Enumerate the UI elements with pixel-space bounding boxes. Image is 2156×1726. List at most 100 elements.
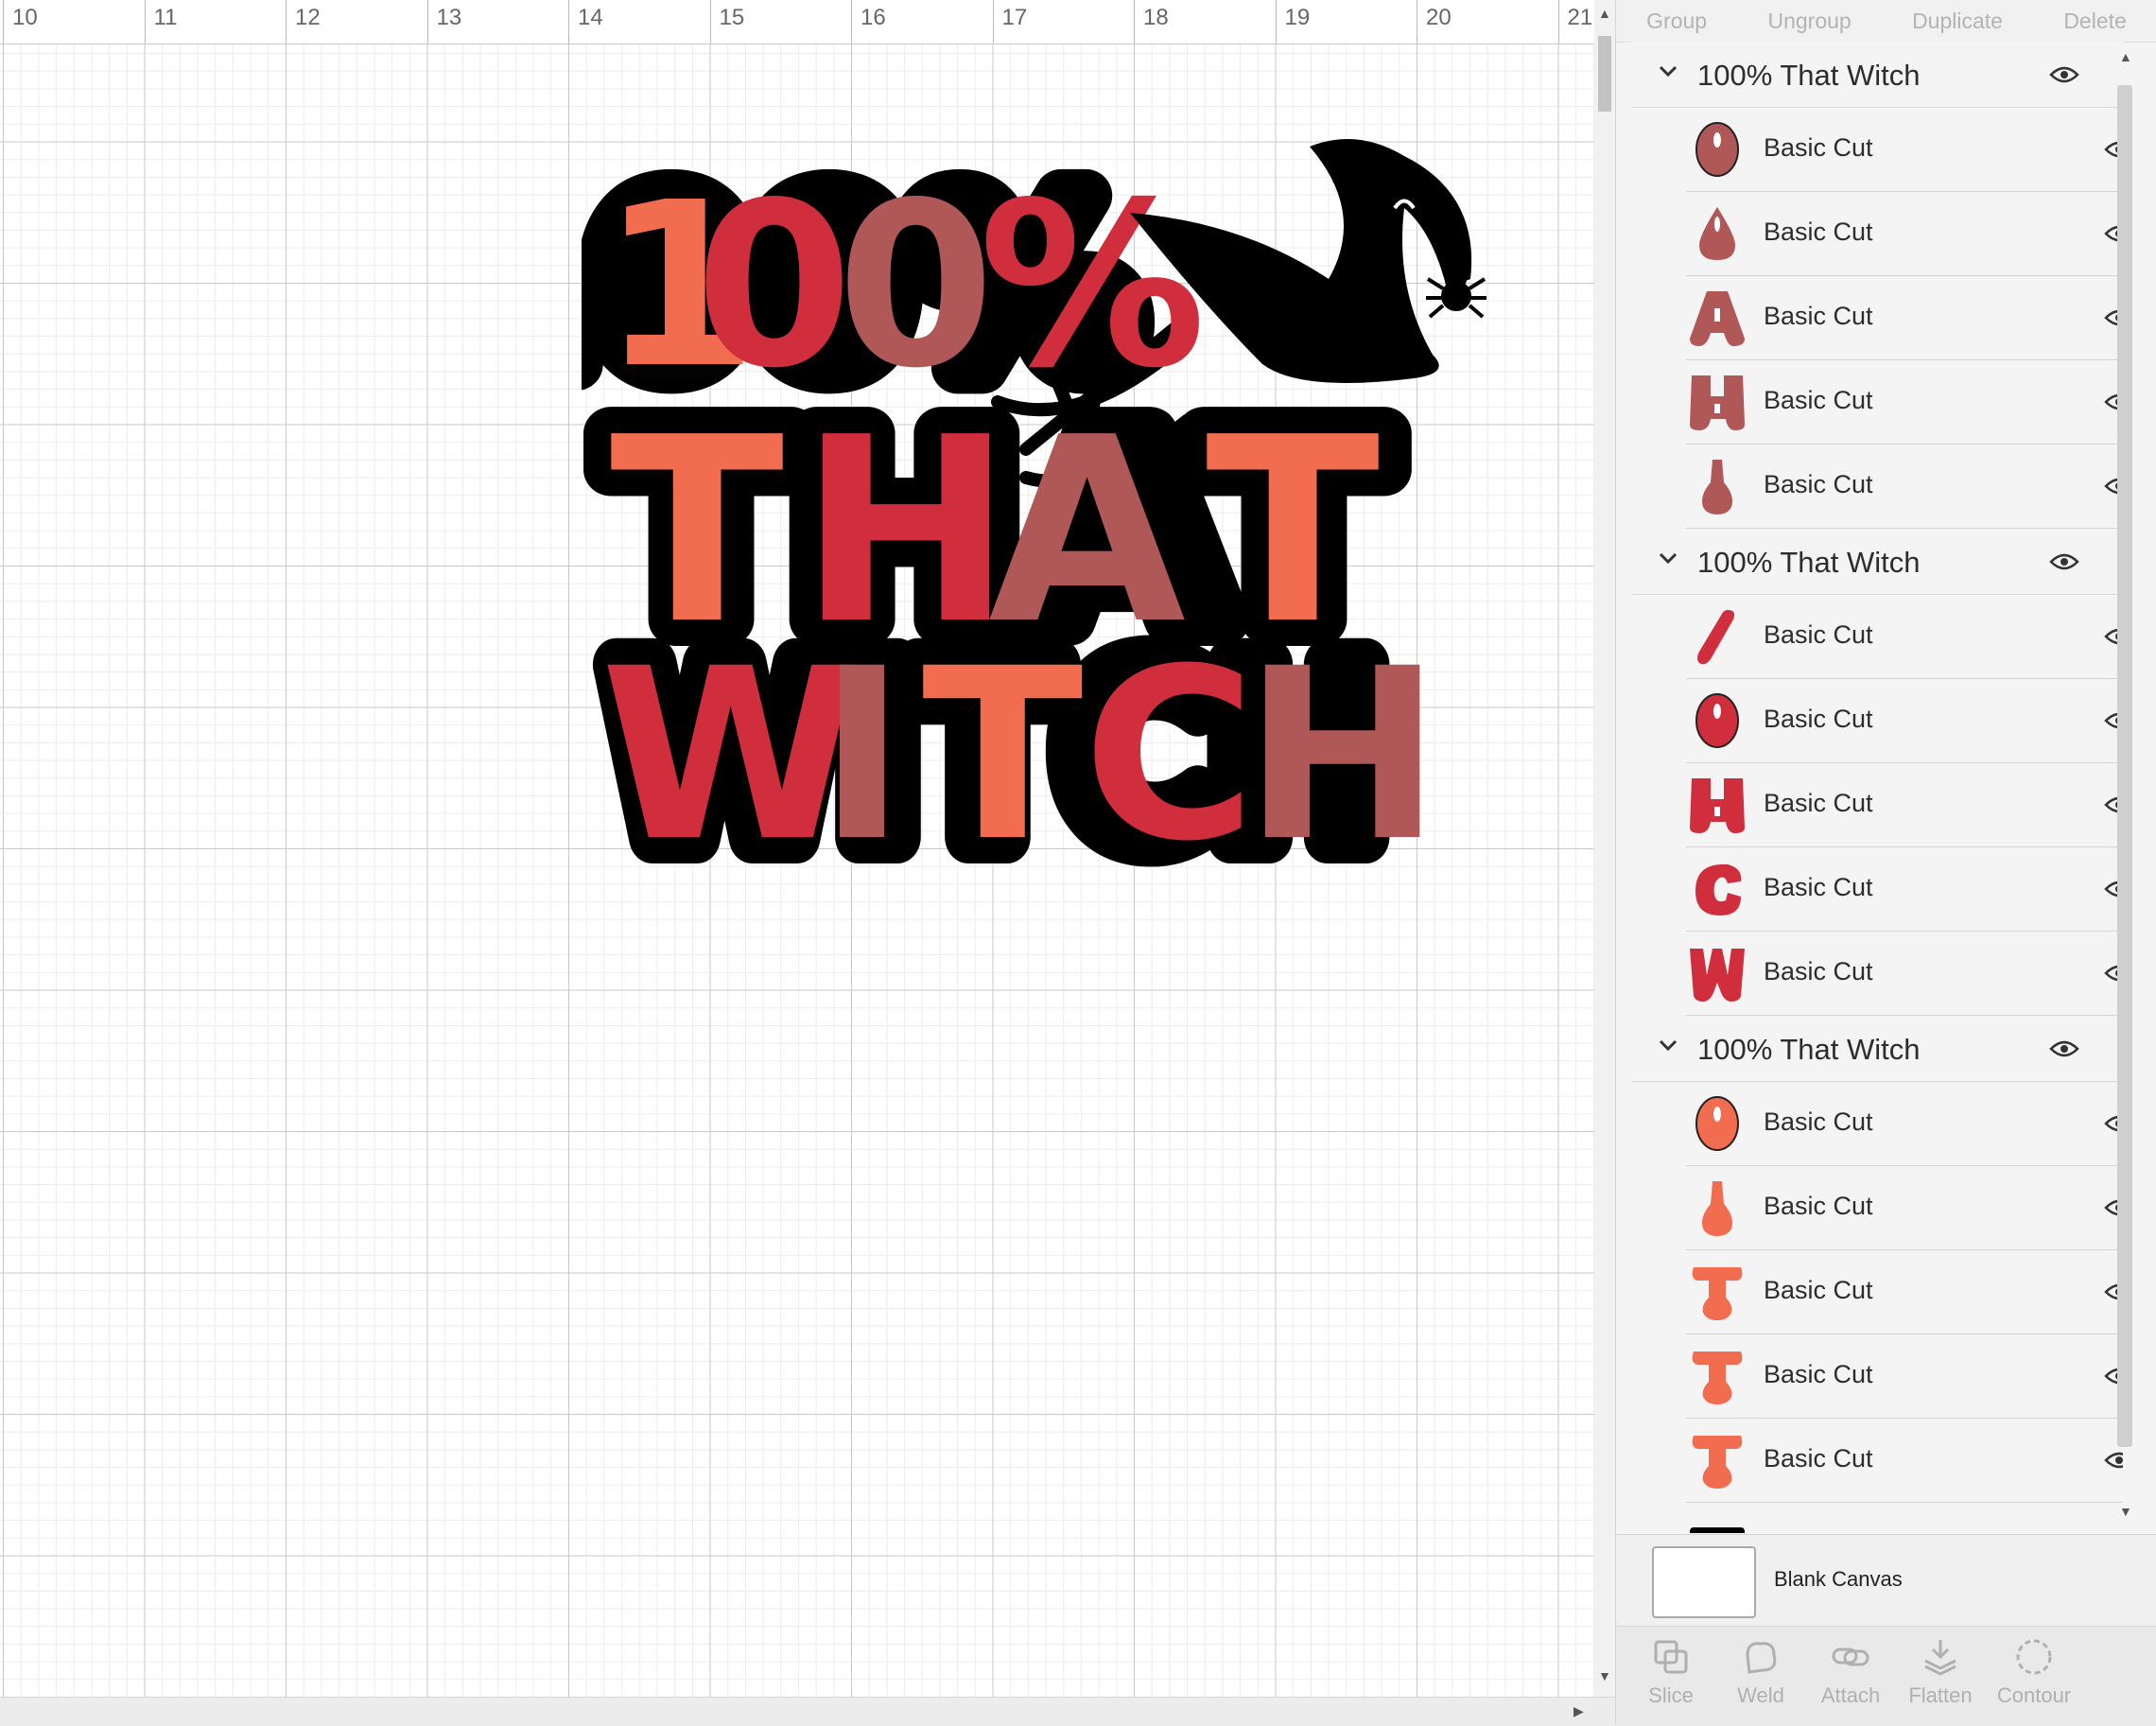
layers-scrollbar[interactable]: ▲ ▼ [2113,47,2136,1532]
layer-group-row[interactable]: 100% That Witch [1631,1016,2123,1082]
layer-item-row[interactable]: Basic Cut [1686,445,2123,529]
visibility-eye-icon[interactable] [2049,1039,2079,1058]
chevron-down-icon[interactable] [1656,546,1680,570]
ruler-label: 17 [1001,5,1028,30]
layer-item-row[interactable]: Basic Cut [1686,763,2123,847]
visibility-eye-icon[interactable] [2049,552,2079,571]
scroll-down-arrow-icon[interactable]: ▼ [1598,1668,1611,1683]
layer-thumbnail-stem [1702,1181,1732,1236]
duplicate-button[interactable]: Duplicate [1912,9,2003,34]
layers-panel: Group Ungroup Duplicate Delete 100% That… [1615,0,2156,1726]
layer-item-row[interactable]: Basic Cut [1686,679,2123,763]
ungroup-button[interactable]: Ungroup [1767,9,1851,34]
svg-text:%: % [979,153,1206,418]
blank-canvas-label: Blank Canvas [1774,1567,1903,1591]
layer-item-row[interactable]: Basic Cut [1686,595,2123,679]
layer-item-row[interactable]: Basic Cut [1686,1419,2123,1503]
ruler-label: 20 [1426,5,1452,30]
layer-item-row[interactable]: Basic Cut [1686,932,2123,1016]
layer-thumbnail-letter-T [1692,1267,1743,1320]
attach-button[interactable]: Attach [1803,1636,1898,1708]
svg-text:I: I [818,618,906,870]
ruler-label: 18 [1143,5,1169,30]
svg-text:H: H [1243,618,1441,870]
layer-group-row[interactable]: 100% That Witch [1631,529,2123,595]
layer-thumbnail-oval-hole [1695,1096,1739,1151]
layer-thumbnail-oval-hole [1695,693,1739,748]
layer-group-label: 100% That Witch [1697,1033,1921,1066]
letters-row1: 1 0 0 % [600,153,1206,418]
delete-button[interactable]: Delete [2063,9,2126,34]
ruler-label: 19 [1284,5,1311,30]
contour-button[interactable]: Contour [1987,1636,2081,1708]
layers-list[interactable]: 100% That Witch Basic Cut Basic Cut Basic C… [1631,42,2123,1533]
weld-button[interactable]: Weld [1713,1636,1808,1708]
layer-item-label: Basic Cut [1764,1192,1873,1220]
svg-text:0: 0 [837,153,995,418]
ruler-tick [286,0,287,44]
layer-group-label: 100% That Witch [1697,59,1921,92]
layer-item-label: Basic Cut [1764,1276,1873,1304]
layer-item-label: Basic Cut [1764,470,1873,498]
layer-thumbnail-letter-C [1695,863,1742,915]
ruler-label: 21 [1567,5,1593,30]
flatten-icon [1924,1640,1956,1676]
letters-row3: W I T C H [600,618,1441,870]
layer-item-row[interactable]: Basic Cut [1686,1166,2123,1250]
layers-toolbar: Group Ungroup Duplicate Delete [1616,0,2156,43]
ruler-label: 10 [12,5,38,30]
layer-thumbnail-outline [1690,1527,1745,1533]
layer-item-row-partial[interactable] [1686,1503,2123,1533]
layer-item-row[interactable]: Basic Cut [1686,847,2123,932]
design-canvas[interactable]: 10 11 12 13 14 15 16 17 18 19 20 21 .L { font-famil… [0,0,1594,1697]
chevron-down-icon[interactable] [1656,59,1680,83]
ruler-tick [851,0,852,44]
layer-item-label: Basic Cut [1764,789,1873,817]
slice-button[interactable]: Slice [1624,1636,1718,1708]
layer-thumbnail-slash [1697,610,1735,665]
layers-scroll-up-icon[interactable]: ▲ [2119,49,2132,64]
layer-item-label: Basic Cut [1764,218,1873,246]
ruler-tick [1134,0,1135,44]
horizontal-ruler: 10 11 12 13 14 15 16 17 18 19 20 21 [0,0,1594,44]
ruler-tick [992,0,994,44]
canvas-horizontal-scrollbar[interactable]: ▶ [0,1697,1615,1726]
weld-icon [1746,1642,1777,1674]
layer-item-row[interactable]: Basic Cut [1686,108,2123,192]
svg-text:C: C [1083,618,1256,870]
flatten-button[interactable]: Flatten [1893,1636,1988,1708]
layer-thumbnail-drop [1699,207,1735,260]
layer-item-row[interactable]: Basic Cut [1686,1250,2123,1334]
scrollbar-thumb[interactable] [1598,36,1611,112]
layer-item-row[interactable]: Basic Cut [1686,276,2123,360]
layer-item-row[interactable]: Basic Cut [1686,1334,2123,1419]
layer-thumbnail-letter-H [1690,375,1745,430]
layer-item-row[interactable]: Basic Cut [1686,192,2123,276]
canvas-vertical-scrollbar[interactable]: ▲ ▼ [1594,0,1615,1697]
blank-canvas-swatch[interactable] [1652,1546,1756,1618]
weld-label: Weld [1737,1683,1784,1707]
visibility-eye-icon[interactable] [2049,65,2079,84]
layers-scrollbar-thumb[interactable] [2117,85,2132,1447]
scroll-right-arrow-icon[interactable]: ▶ [1574,1703,1584,1719]
ruler-tick [144,0,146,44]
layer-item-row[interactable]: Basic Cut [1686,1082,2123,1166]
blank-canvas-row[interactable]: Blank Canvas [1616,1534,2156,1626]
group-button[interactable]: Group [1646,9,1707,34]
layer-item-label: Basic Cut [1764,620,1873,649]
layers-scroll-down-icon[interactable]: ▼ [2119,1504,2132,1519]
ruler-tick [1275,0,1277,44]
layer-thumbnail-oval-hole [1695,122,1739,177]
layer-thumbnail-letter-T [1692,1436,1743,1489]
ruler-tick [709,0,711,44]
layer-group-row[interactable]: 100% That Witch [1631,42,2123,108]
layer-item-label: Basic Cut [1764,1444,1873,1473]
slice-label: Slice [1648,1683,1694,1707]
layer-item-label: Basic Cut [1764,1360,1873,1388]
design-100-percent-that-witch[interactable]: .L { font-family:"DejaVu Sans", sans-ser… [582,118,1504,870]
svg-text:0: 0 [695,153,853,418]
scroll-up-arrow-icon[interactable]: ▲ [1598,6,1611,21]
layer-item-row[interactable]: Basic Cut [1686,360,2123,445]
chevron-down-icon[interactable] [1656,1033,1680,1057]
ruler-tick [1557,0,1559,44]
